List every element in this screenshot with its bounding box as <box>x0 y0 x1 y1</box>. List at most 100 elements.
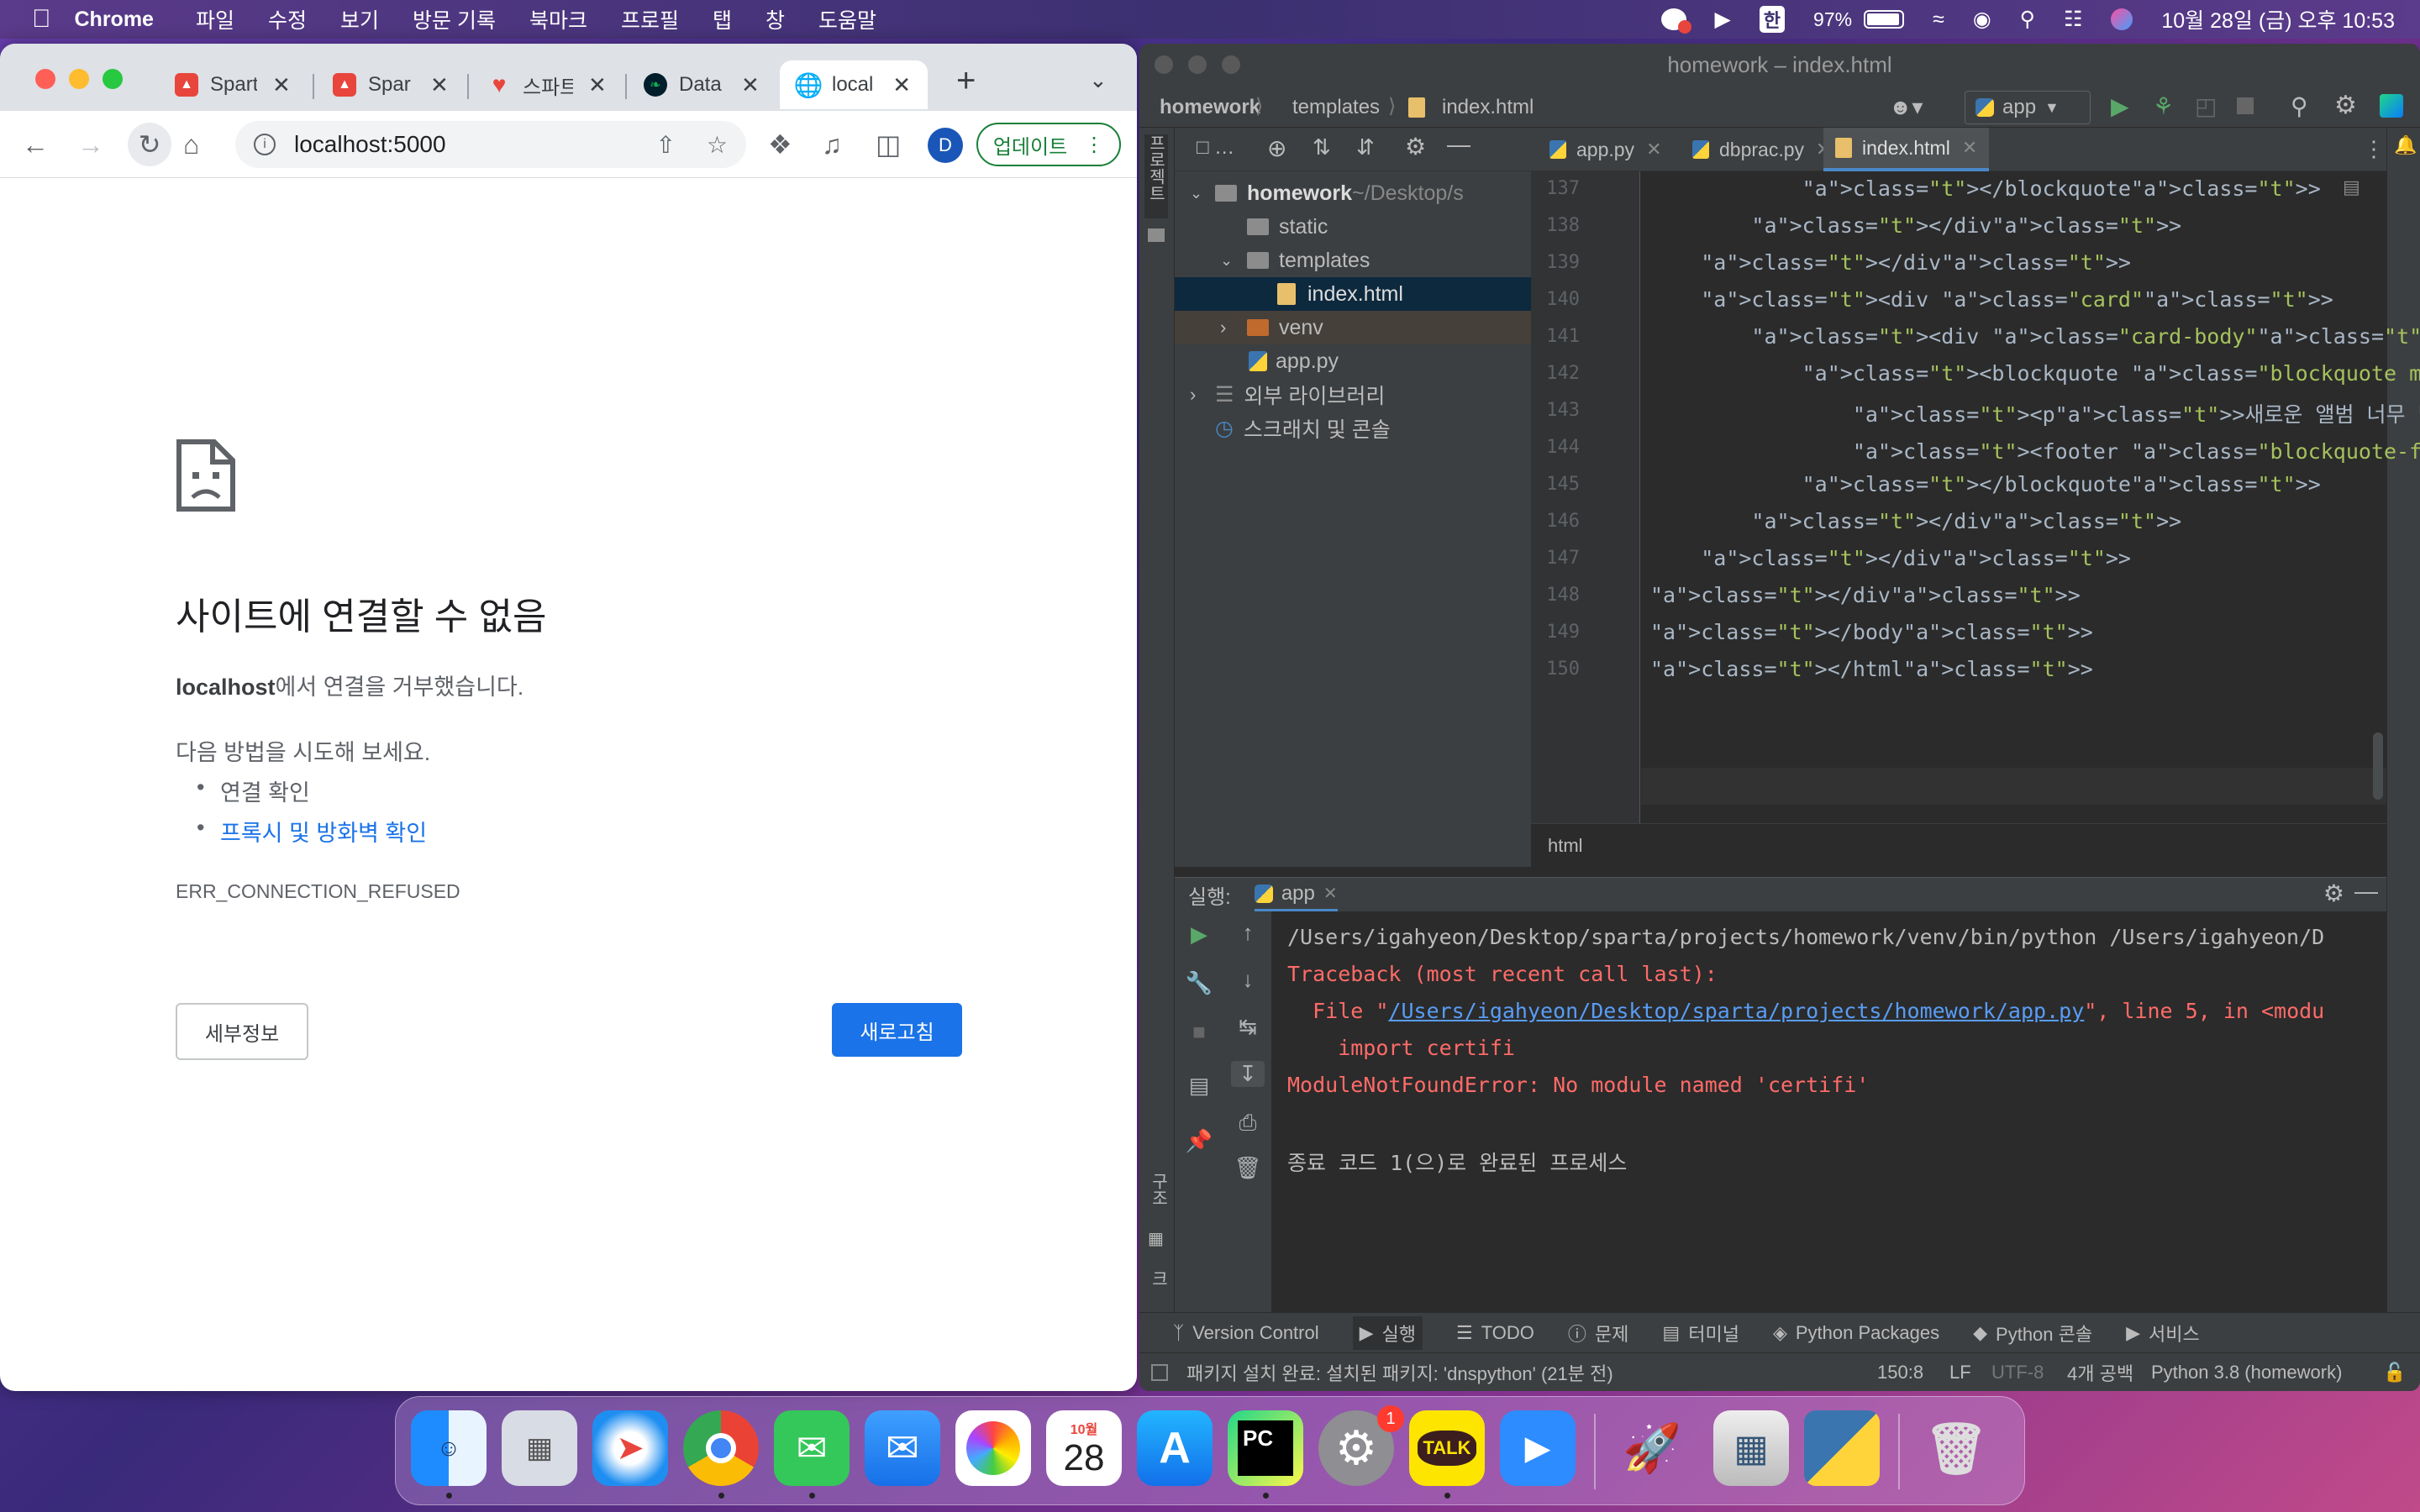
kakaotalk-icon[interactable]: TALK <box>1409 1410 1485 1486</box>
tool-services[interactable]: ▶ 서비스 <box>2126 1320 2200 1347</box>
debug-bug-icon[interactable]: ⚘ <box>2153 92 2174 120</box>
zoom-window-button[interactable] <box>103 69 123 89</box>
pycharm-icon[interactable]: PC <box>1228 1410 1303 1486</box>
run-settings-gear-icon[interactable]: ⚙ <box>2323 879 2344 907</box>
chevron-right-icon[interactable]: › <box>1190 384 1215 406</box>
tool-run[interactable]: ▶ 실행 <box>1352 1315 1423 1350</box>
line-number[interactable]: 144 <box>1531 437 1580 458</box>
python-interpreter[interactable]: Python 3.8 (homework) <box>2151 1362 2342 1383</box>
user-icon[interactable]: ◉ <box>1973 7 1991 32</box>
settings-gear-icon[interactable]: ⚙ <box>2334 91 2357 120</box>
console-line[interactable]: File "/Users/igahyeon/Desktop/sparta/pro… <box>1287 999 2324 1023</box>
site-info-icon[interactable]: i <box>254 134 276 155</box>
run-tab-app[interactable]: app ✕ <box>1254 878 1338 911</box>
menu-help[interactable]: 도움말 <box>818 4 876 34</box>
browser-tab[interactable]: ❧ Data ✕ <box>644 60 760 109</box>
tool-version-control[interactable]: ᛉ Version Control <box>1173 1322 1319 1344</box>
structure-tool-button[interactable]: 구조 <box>1146 1173 1171 1206</box>
code-line[interactable]: "a">class="t"><footer "a">class="blockqu… <box>1650 435 2420 465</box>
coverage-icon[interactable]: ◰ <box>2195 92 2217 120</box>
caret-position[interactable]: 150:8 <box>1877 1362 1923 1383</box>
breadcrumb-html[interactable]: html <box>1548 835 1583 857</box>
proxy-firewall-link[interactable]: 프록시 및 방화벽 확인 <box>220 821 427 846</box>
url-text[interactable]: localhost:5000 <box>294 131 446 158</box>
nav-crumb-project[interactable]: homework <box>1160 96 1260 119</box>
editor-tab-app-py[interactable]: app.py ✕ <box>1541 128 1670 171</box>
tree-item-external-libraries[interactable]: › ☰ 외부 라이브러리 <box>1190 378 1385 412</box>
line-number[interactable]: 149 <box>1531 622 1580 643</box>
profile-avatar[interactable]: D <box>928 128 963 163</box>
chevron-right-icon[interactable]: › <box>1220 317 1247 339</box>
reload-button[interactable]: 새로고침 <box>832 1003 962 1057</box>
tree-item-app-py[interactable]: app.py <box>1249 344 1339 378</box>
chevron-down-icon[interactable]: ⌄ <box>1220 252 1247 270</box>
siri-icon[interactable] <box>2111 8 2133 30</box>
tree-item-static[interactable]: static <box>1247 210 1328 244</box>
wrench-icon[interactable]: 🔧 <box>1182 970 1216 996</box>
code-line[interactable]: "a">class="t"></html"a">class="t">> <box>1650 657 2093 681</box>
trash-icon[interactable]: 🗑 <box>1231 1155 1265 1181</box>
input-source-icon[interactable]: 한 <box>1759 6 1786 33</box>
bookmark-star-icon[interactable]: ☆ <box>707 131 728 159</box>
details-button[interactable]: 세부정보 <box>176 1003 308 1060</box>
line-number[interactable]: 140 <box>1531 289 1580 310</box>
editor-tab-index-html[interactable]: index.html ✕ <box>1823 128 1990 171</box>
code-line[interactable]: "a">class="t"></div"a">class="t">> <box>1650 546 2131 570</box>
messages-icon[interactable]: ✉ <box>774 1410 850 1486</box>
console-line[interactable]: 종료 코드 1(으)로 완료된 프로세스 <box>1287 1147 1627 1177</box>
forward-arrow-icon[interactable]: → <box>77 129 104 160</box>
line-number[interactable]: 150 <box>1531 659 1580 680</box>
line-number[interactable]: 141 <box>1531 326 1580 347</box>
project-tool-button[interactable]: 프로젝트 <box>1144 134 1168 218</box>
line-number[interactable]: 137 <box>1531 178 1580 199</box>
menu-profiles[interactable]: 프로필 <box>621 4 679 34</box>
line-number[interactable]: 138 <box>1531 215 1580 236</box>
side-panel-icon[interactable]: ◫ <box>876 129 901 160</box>
mail-icon[interactable]: ✉ <box>865 1410 940 1486</box>
menu-tab[interactable]: 탭 <box>713 4 732 34</box>
collapse-all-icon[interactable]: ⇵ <box>1356 134 1375 160</box>
app-store-icon[interactable]: A <box>1137 1410 1213 1486</box>
python-launcher-icon[interactable] <box>1804 1410 1880 1486</box>
trash-icon[interactable]: 🗑 <box>1918 1410 1994 1486</box>
lock-icon[interactable]: 🔓 <box>2383 1362 2406 1383</box>
console-line[interactable]: import certifi <box>1287 1036 1515 1060</box>
stop-icon[interactable]: ■ <box>1182 1019 1216 1045</box>
hide-panel-icon[interactable]: — <box>1447 131 1470 158</box>
code-line[interactable]: "a">class="t"></div"a">class="t">> <box>1650 583 2081 607</box>
nav-crumb-file[interactable]: index.html <box>1442 96 1534 119</box>
tree-item-venv[interactable]: › venv <box>1175 311 1531 344</box>
calendar-icon[interactable]: 10월 28 <box>1046 1410 1122 1486</box>
tool-todo[interactable]: ☰ TODO <box>1456 1322 1534 1344</box>
close-tab-icon[interactable]: ✕ <box>430 72 449 98</box>
tool-python-packages[interactable]: ◈ Python Packages <box>1773 1322 1939 1344</box>
line-number[interactable]: 145 <box>1531 474 1580 495</box>
line-number[interactable]: 139 <box>1531 252 1580 273</box>
line-number[interactable]: 147 <box>1531 548 1580 569</box>
editor-scrollbar[interactable] <box>2373 732 2383 800</box>
pin-icon[interactable]: 📌 <box>1182 1128 1216 1154</box>
safari-icon[interactable]: ➤ <box>592 1410 668 1486</box>
back-arrow-icon[interactable]: ← <box>22 129 49 160</box>
search-icon[interactable]: ⚲ <box>2291 92 2308 120</box>
close-window-button[interactable] <box>1155 55 1173 74</box>
tool-problems[interactable]: ⓘ 문제 <box>1568 1320 1629 1347</box>
menu-file[interactable]: 파일 <box>196 4 234 34</box>
menu-view[interactable]: 보기 <box>340 4 379 34</box>
tree-item-index-html[interactable]: index.html <box>1175 277 1531 311</box>
soft-wrap-icon[interactable]: ↹ <box>1231 1014 1265 1040</box>
extensions-puzzle-icon[interactable]: ❖ <box>768 129 792 160</box>
launchpad-icon[interactable]: ▦ <box>502 1410 577 1486</box>
share-icon[interactable]: ⇧ <box>656 131 676 159</box>
code-line[interactable]: "a">class="t"><blockquote "a">class="blo… <box>1650 361 2420 386</box>
finder-icon[interactable]: ☺ <box>411 1410 487 1486</box>
code-line[interactable]: "a">class="t"><p"a">class="t">>새로운 앨범 너무… <box>1650 398 2420 428</box>
play-status-icon[interactable]: ▶ <box>1715 7 1731 32</box>
expand-all-icon[interactable]: ⇅ <box>1313 134 1331 160</box>
project-view-icon[interactable]: □ … <box>1197 136 1234 160</box>
close-tab-icon[interactable]: ✕ <box>588 72 607 98</box>
vcs-user-icon[interactable]: ☻▾ <box>1889 94 1923 120</box>
code-line[interactable]: "a">class="t"></blockquote"a">class="t">… <box>1650 472 2321 496</box>
code-line[interactable]: "a">class="t"></div"a">class="t">> <box>1650 213 2181 238</box>
reload-icon[interactable]: ↻ <box>128 123 171 166</box>
